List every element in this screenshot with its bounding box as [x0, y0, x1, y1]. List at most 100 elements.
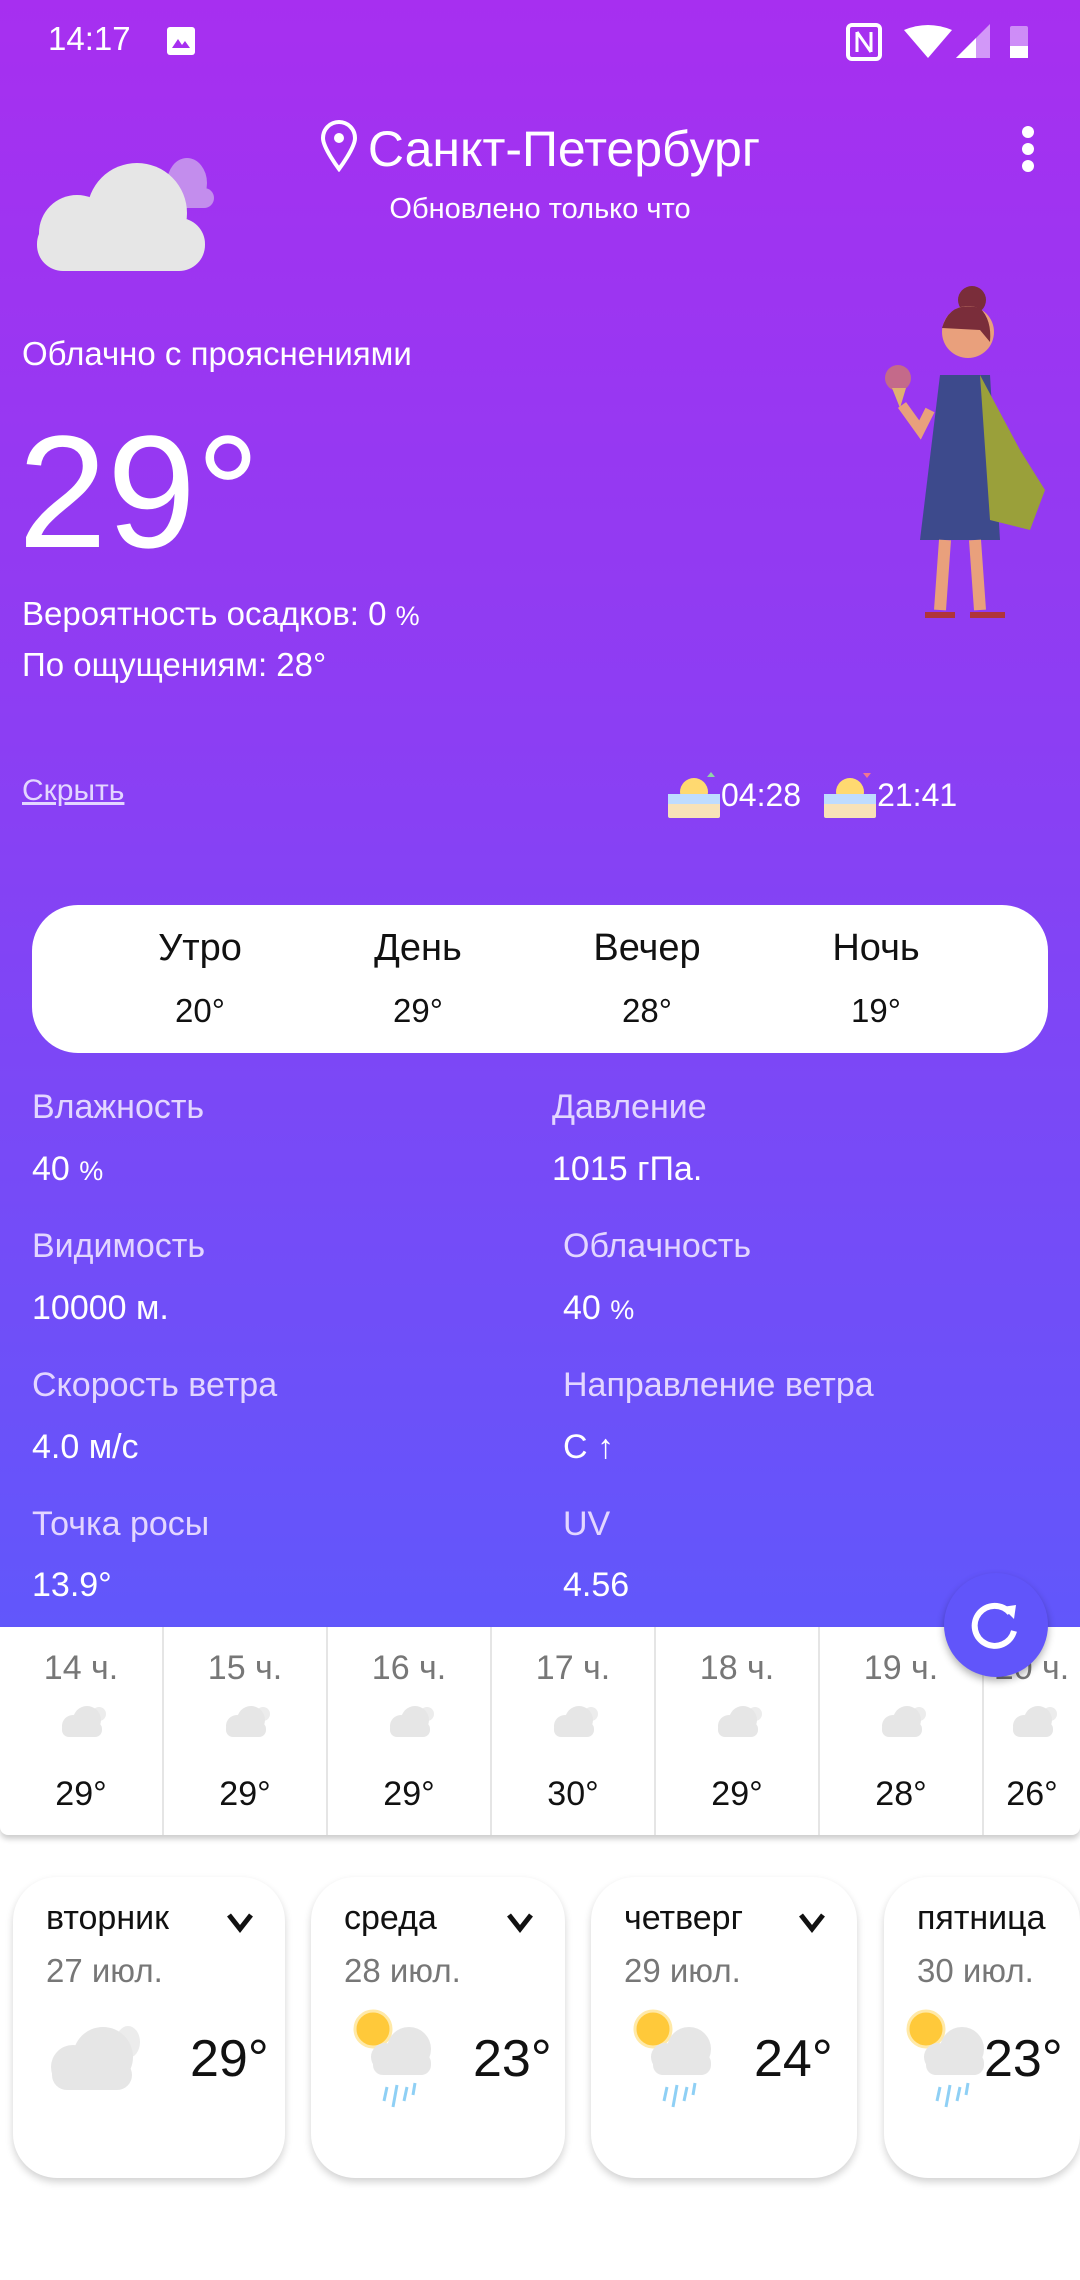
- day-part-morning: Утро 20°: [90, 927, 310, 1030]
- precipitation-text: Вероятность осадков: 0: [22, 595, 387, 632]
- day-date: 29 июл.: [624, 1952, 741, 1989]
- hour-temp: 29°: [383, 1775, 435, 1813]
- daily-card[interactable]: вторник 27 июл. 29°: [13, 1877, 285, 2178]
- expand-chevron-icon[interactable]: [505, 1907, 535, 1937]
- day-part-temp: 28°: [622, 992, 672, 1029]
- status-time: 14:17: [48, 20, 131, 57]
- cloudiness-value: 40 %: [563, 1289, 634, 1328]
- day-date: 27 июл.: [46, 1952, 163, 1989]
- sunset-icon: [824, 773, 877, 818]
- hour-label: 16 ч.: [371, 1649, 447, 1687]
- precipitation-unit: %: [395, 601, 420, 631]
- cloudy-icon: [51, 2026, 140, 2090]
- cloudy-icon: [390, 1706, 434, 1737]
- day-date: 30 июл.: [917, 1952, 1034, 1989]
- cloudiness-label: Облачность: [563, 1227, 752, 1265]
- status-icons: [846, 23, 1028, 61]
- day-temp: 29°: [190, 2030, 269, 2088]
- hour-label: 18 ч.: [699, 1649, 775, 1687]
- humidity-label: Влажность: [32, 1088, 205, 1126]
- humidity-value: 40 %: [32, 1150, 103, 1189]
- daily-card[interactable]: четверг 29 июл. 24°: [591, 1877, 857, 2178]
- more-options-icon[interactable]: [1013, 124, 1043, 174]
- pressure-value: 1015 гПа.: [552, 1150, 703, 1188]
- cloudy-icon: [882, 1706, 926, 1737]
- hour-label: 17 ч.: [535, 1649, 611, 1687]
- humidity-unit: %: [79, 1156, 104, 1186]
- sun-rain-icon: [633, 2009, 711, 2108]
- dew-point-value: 13.9°: [32, 1566, 112, 1604]
- sun-times: 04:28 21:41: [667, 768, 957, 822]
- wind-speed-value: 4.0 м/с: [32, 1428, 139, 1466]
- hourly-item: 16 ч. 29°: [328, 1627, 492, 1835]
- wind-direction-value: С ↑: [563, 1428, 614, 1466]
- expand-chevron-icon[interactable]: [225, 1907, 255, 1937]
- hour-label: 15 ч.: [207, 1649, 283, 1687]
- updated-text: Обновлено только что: [389, 193, 691, 225]
- refresh-icon: [971, 1602, 1017, 1649]
- day-part-label: Ночь: [832, 927, 920, 969]
- condition-text: Облачно с прояснениями: [22, 335, 412, 372]
- day-part-label: Вечер: [593, 927, 701, 969]
- day-temp: 23°: [984, 2030, 1063, 2088]
- woman-illustration: [885, 286, 1045, 618]
- cloudy-icon: [1013, 1706, 1057, 1737]
- current-weather-panel: 14:17 Санкт-Петербург Обновлено только ч…: [0, 0, 1080, 1627]
- hour-label: 14 ч.: [43, 1649, 119, 1687]
- day-part-temp: 19°: [851, 992, 901, 1029]
- hourly-item: 15 ч. 29°: [164, 1627, 328, 1835]
- expand-chevron-icon[interactable]: [797, 1907, 827, 1937]
- day-part-label: День: [374, 927, 462, 969]
- hour-temp: 29°: [711, 1775, 763, 1813]
- hour-temp: 28°: [875, 1775, 927, 1813]
- day-part-temp: 29°: [393, 992, 443, 1029]
- cloudy-icon: [226, 1706, 270, 1737]
- gallery-notification-icon: [167, 27, 195, 55]
- current-temperature: 29°: [18, 402, 260, 581]
- cloudiness-unit: %: [610, 1295, 635, 1325]
- precipitation-chance: Вероятность осадков: 0 %: [22, 595, 420, 633]
- humidity-number: 40: [32, 1150, 70, 1188]
- hourly-forecast[interactable]: 14 ч. 29° 15 ч. 29° 16 ч. 29° 17 ч. 30° 18 ч. 29°…: [0, 1627, 1080, 1835]
- day-name: среда: [344, 1899, 437, 1937]
- day-name: пятница: [917, 1899, 1046, 1937]
- day-parts-card: Утро 20° День 29° Вечер 28° Ночь 19°: [32, 905, 1048, 1053]
- day-date: 28 июл.: [344, 1952, 461, 1989]
- day-part-night: Ночь 19°: [766, 927, 986, 1030]
- hide-link[interactable]: Скрыть: [22, 774, 124, 808]
- day-part-evening: Вечер 28°: [537, 927, 757, 1030]
- feels-like: По ощущениям: 28°: [22, 646, 327, 683]
- hour-temp: 30°: [547, 1775, 599, 1813]
- sunrise-time: 04:28: [721, 776, 802, 813]
- hour-temp: 29°: [219, 1775, 271, 1813]
- city-title[interactable]: Санкт-Петербург: [0, 120, 1080, 178]
- day-part-day: День 29°: [308, 927, 528, 1030]
- uv-value: 4.56: [563, 1566, 630, 1604]
- day-part-temp: 20°: [175, 992, 225, 1029]
- visibility-value: 10000 м.: [32, 1289, 169, 1327]
- wind-direction-label: Направление ветра: [563, 1366, 874, 1404]
- location-pin-icon: [320, 120, 357, 173]
- pressure-label: Давление: [552, 1088, 707, 1126]
- refresh-button[interactable]: [944, 1573, 1048, 1677]
- wind-speed-label: Скорость ветра: [32, 1366, 278, 1404]
- daily-card[interactable]: среда 28 июл. 23°: [311, 1877, 565, 2178]
- hourly-item: 17 ч. 30°: [492, 1627, 656, 1835]
- cloudy-icon: [718, 1706, 762, 1737]
- cloudiness-number: 40: [563, 1289, 601, 1327]
- day-temp: 23°: [473, 2030, 552, 2088]
- daily-card[interactable]: пятница 30 июл. 23°: [884, 1877, 1080, 2178]
- dew-point-label: Точка росы: [32, 1505, 210, 1543]
- day-part-label: Утро: [158, 927, 242, 969]
- hourly-item: 14 ч. 29°: [0, 1627, 164, 1835]
- hour-temp: 29°: [55, 1775, 107, 1813]
- day-name: четверг: [624, 1899, 743, 1937]
- hour-temp: 26°: [1006, 1775, 1058, 1813]
- sunrise-icon: [668, 772, 720, 818]
- cloudy-icon: [62, 1706, 106, 1737]
- uv-label: UV: [563, 1505, 611, 1543]
- sunset-time: 21:41: [877, 776, 958, 813]
- visibility-label: Видимость: [32, 1227, 206, 1265]
- sun-rain-icon: [906, 2009, 984, 2108]
- city-name: Санкт-Петербург: [367, 121, 761, 177]
